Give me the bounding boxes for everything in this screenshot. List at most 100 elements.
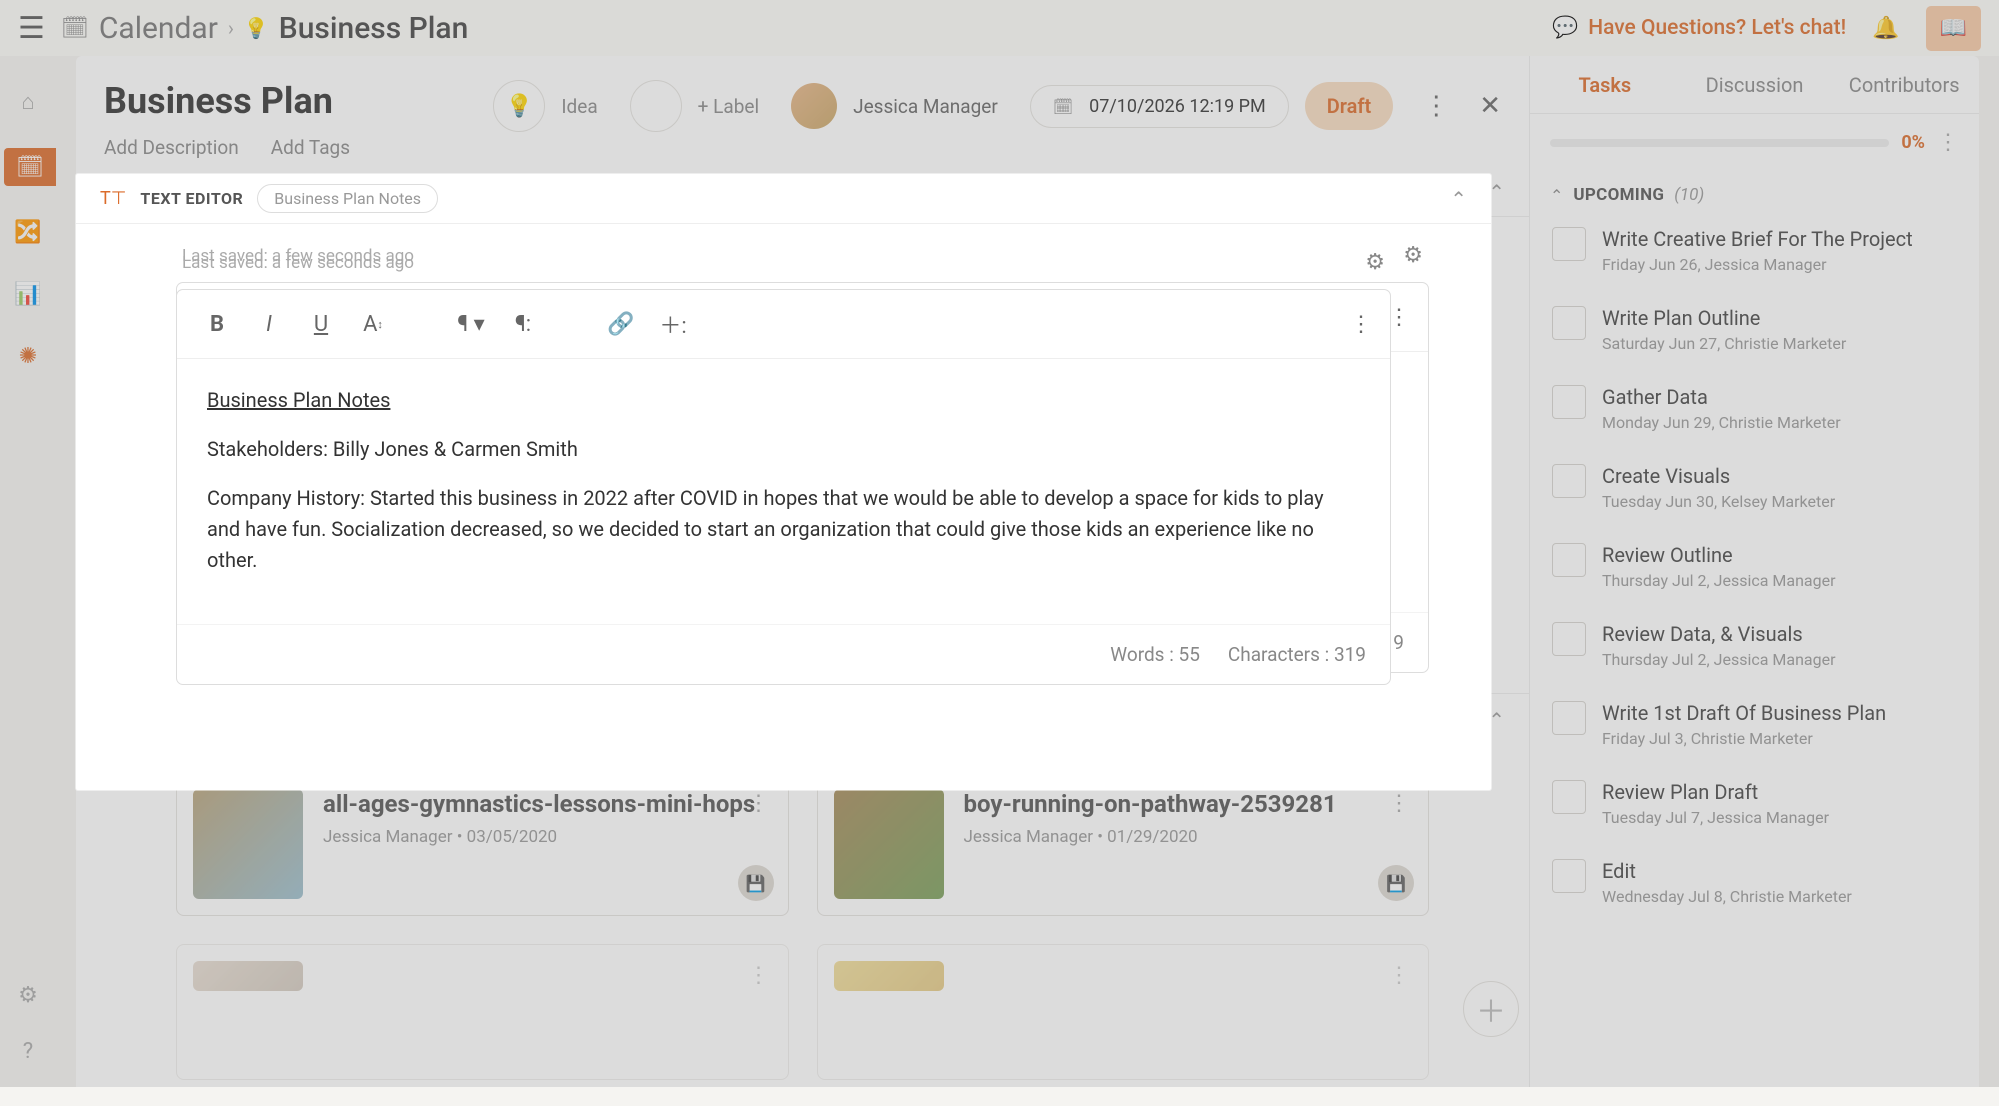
bold-button[interactable]: B	[195, 302, 239, 346]
upcoming-count: (10)	[1674, 185, 1704, 205]
gear-icon[interactable]: ⚙	[12, 979, 44, 1011]
file-meta: Jessica Manager • 01/29/2020	[964, 827, 1337, 847]
add-description-button[interactable]: Add Description	[104, 136, 239, 159]
file-more-icon[interactable]: ⋮	[1388, 791, 1410, 816]
file-card[interactable]: all-ages-gymnastics-lessons-mini-hops Je…	[176, 772, 789, 916]
task-meta: Thursday Jul 2, Jessica Manager	[1602, 650, 1836, 669]
file-download-icon[interactable]: 💾	[1378, 865, 1414, 901]
task-item[interactable]: Write 1st Draft Of Business Plan Friday …	[1550, 685, 1959, 764]
date-picker[interactable]: 🗓 07/10/2026 12:19 PM	[1030, 85, 1289, 128]
task-item[interactable]: Review Outline Thursday Jul 2, Jessica M…	[1550, 527, 1959, 606]
menu-icon[interactable]: ☰	[18, 11, 45, 46]
task-name: Review Plan Draft	[1602, 780, 1829, 804]
calendar-nav-icon[interactable]: 🗓	[4, 148, 56, 186]
font-size-button[interactable]: A↕	[351, 302, 395, 346]
task-item[interactable]: Write Creative Brief For The Project Fri…	[1550, 211, 1959, 290]
task-item[interactable]: Review Data, & Visuals Thursday Jul 2, J…	[1550, 606, 1959, 685]
task-checkbox[interactable]	[1552, 780, 1586, 814]
tab-tasks[interactable]: Tasks	[1530, 56, 1680, 113]
bell-icon[interactable]: 🔔	[1872, 16, 1899, 41]
task-meta: Wednesday Jul 8, Christie Marketer	[1602, 887, 1852, 906]
task-checkbox[interactable]	[1552, 464, 1586, 498]
text-editor-label: TEXT EDITOR	[140, 189, 243, 208]
task-meta: Tuesday Jun 30, Kelsey Marketer	[1602, 492, 1835, 511]
owner-name: Jessica Manager	[853, 95, 998, 118]
task-checkbox[interactable]	[1552, 385, 1586, 419]
editor-tab-chip[interactable]: Business Plan Notes	[257, 184, 438, 213]
close-icon[interactable]: ✕	[1479, 91, 1501, 121]
file-more-icon[interactable]: ⋮	[1388, 963, 1410, 988]
breadcrumb: 🗓 Calendar › 💡 Business Plan	[61, 11, 468, 46]
page-title: Business Plan	[104, 80, 493, 122]
home-icon[interactable]: ⌂	[12, 86, 44, 118]
calendar-sm-icon: 🗓	[1053, 97, 1073, 116]
chat-link[interactable]: 💬Have Questions? Let's chat!	[1552, 16, 1846, 40]
chat-icon: 💬	[1552, 16, 1578, 40]
color-swatch[interactable]	[630, 80, 682, 132]
paragraph-style-button[interactable]: ¶:	[501, 302, 545, 346]
task-name: Edit	[1602, 859, 1852, 883]
task-item[interactable]: Create Visuals Tuesday Jun 30, Kelsey Ma…	[1550, 448, 1959, 527]
task-meta: Tuesday Jul 7, Jessica Manager	[1602, 808, 1829, 827]
underline-button[interactable]: U	[299, 302, 343, 346]
task-checkbox[interactable]	[1552, 543, 1586, 577]
status-badge[interactable]: Draft	[1305, 82, 1393, 130]
idea-icon[interactable]: 💡	[493, 80, 545, 132]
add-fab[interactable]: ＋	[1463, 981, 1519, 1037]
breadcrumb-parent[interactable]: Calendar	[99, 11, 218, 46]
progress-more-icon[interactable]: ⋮	[1937, 130, 1959, 155]
file-thumbnail	[193, 789, 303, 899]
shuffle-icon[interactable]: 🔀	[12, 216, 44, 248]
add-tags-button[interactable]: Add Tags	[271, 136, 350, 159]
task-item[interactable]: Edit Wednesday Jul 8, Christie Marketer	[1550, 843, 1959, 922]
file-more-icon[interactable]: ⋮	[748, 791, 770, 816]
add-label-button[interactable]: + Label	[698, 95, 759, 118]
link-button[interactable]: 🔗	[599, 302, 643, 346]
task-meta: Thursday Jul 2, Jessica Manager	[1602, 571, 1836, 590]
last-saved-label: Last saved: a few seconds ago	[182, 253, 414, 273]
task-checkbox[interactable]	[1552, 227, 1586, 261]
star-icon[interactable]: ✺	[12, 340, 44, 372]
docs-button[interactable]: 📖	[1926, 6, 1981, 51]
editor-content[interactable]: Business Plan Notes Stakeholders: Billy …	[177, 359, 1390, 624]
task-meta: Monday Jun 29, Christie Marketer	[1602, 413, 1841, 432]
task-name: Write Creative Brief For The Project	[1602, 227, 1913, 251]
tab-discussion[interactable]: Discussion	[1680, 56, 1830, 113]
italic-button[interactable]: I	[247, 302, 291, 346]
analytics-icon[interactable]: 📊	[12, 278, 44, 310]
insert-button[interactable]: ＋:	[651, 302, 695, 346]
text-editor-icon: T⊤	[100, 188, 126, 209]
file-download-icon[interactable]: 💾	[738, 865, 774, 901]
task-name: Review Data, & Visuals	[1602, 622, 1836, 646]
text-editor: B I U A↕ ¶ ▾ ¶: 🔗 ＋: ⋮ Business Plan Not…	[176, 289, 1391, 685]
avatar[interactable]	[791, 83, 837, 129]
task-checkbox[interactable]	[1552, 859, 1586, 893]
task-checkbox[interactable]	[1552, 622, 1586, 656]
upcoming-label: UPCOMING	[1573, 185, 1664, 205]
task-item[interactable]: Write Plan Outline Saturday Jun 27, Chri…	[1550, 290, 1959, 369]
paragraph-format-button[interactable]: ¶ ▾	[449, 302, 493, 346]
help-icon[interactable]: ?	[12, 1035, 44, 1067]
task-checkbox[interactable]	[1552, 306, 1586, 340]
task-name: Write 1st Draft Of Business Plan	[1602, 701, 1886, 725]
task-checkbox[interactable]	[1552, 701, 1586, 735]
task-item[interactable]: Review Plan Draft Tuesday Jul 7, Jessica…	[1550, 764, 1959, 843]
file-card[interactable]: ⋮	[176, 944, 789, 1080]
progress-percent: 0%	[1901, 132, 1925, 153]
task-item[interactable]: Gather Data Monday Jun 29, Christie Mark…	[1550, 369, 1959, 448]
file-more-icon[interactable]: ⋮	[748, 963, 770, 988]
task-name: Gather Data	[1602, 385, 1841, 409]
tab-contributors[interactable]: Contributors	[1829, 56, 1979, 113]
chevron-up-icon[interactable]: ⌃	[1450, 187, 1467, 211]
toolbar-more-icon[interactable]: ⋮	[1350, 312, 1372, 337]
editor-settings-icon[interactable]: ⚙	[1365, 250, 1385, 275]
lightbulb-icon: 💡	[244, 16, 269, 40]
file-meta: Jessica Manager • 03/05/2020	[323, 827, 755, 847]
more-icon[interactable]: ⋮	[1423, 91, 1449, 121]
chevron-down-icon[interactable]: ⌃	[1550, 186, 1563, 205]
task-name: Create Visuals	[1602, 464, 1835, 488]
file-card[interactable]: ⋮	[817, 944, 1430, 1080]
word-count: Words : 55	[1110, 643, 1200, 666]
progress-bar	[1550, 139, 1889, 147]
file-card[interactable]: boy-running-on-pathway-2539281 Jessica M…	[817, 772, 1430, 916]
